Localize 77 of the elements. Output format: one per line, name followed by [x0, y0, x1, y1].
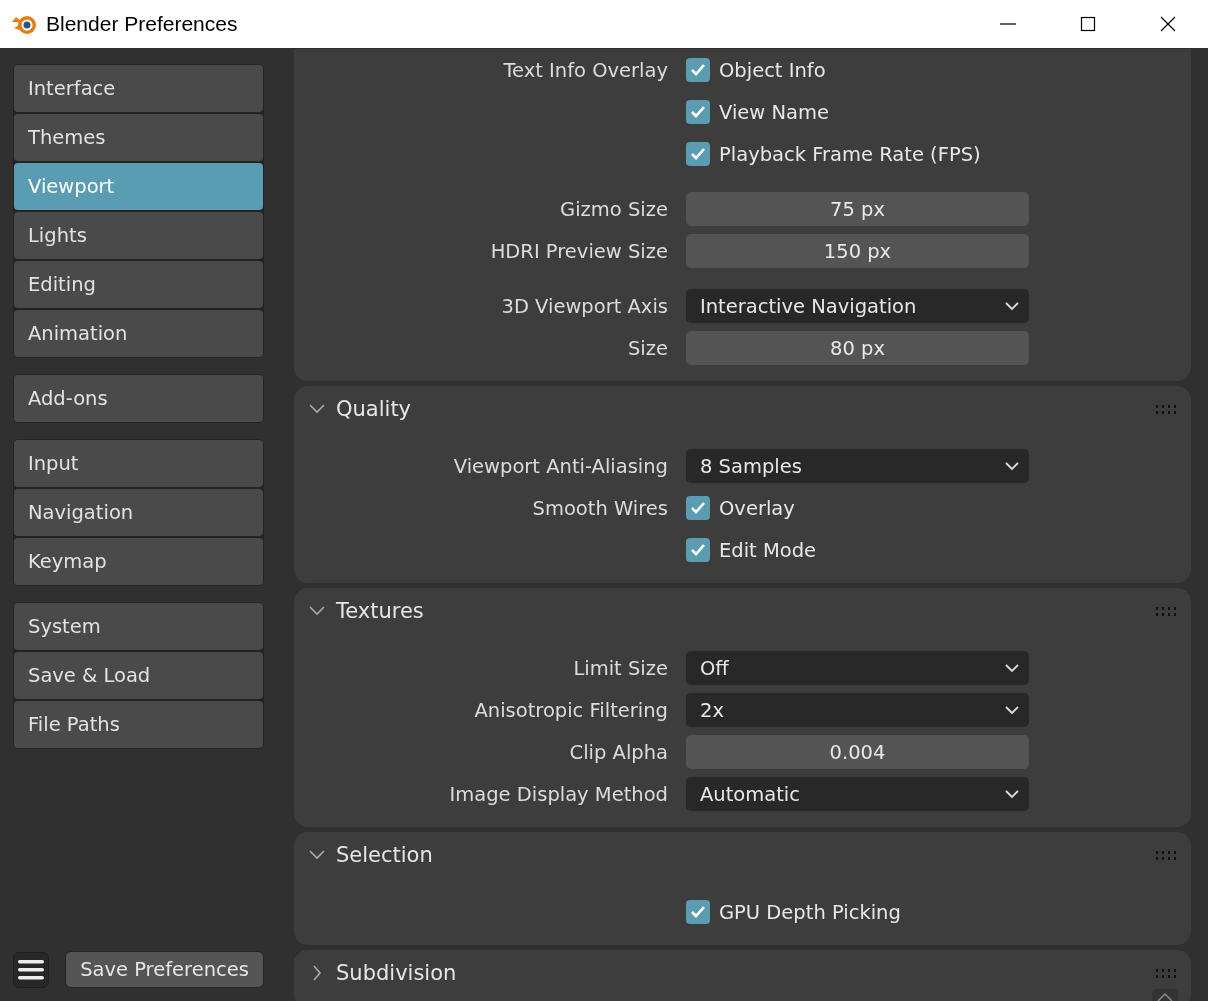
sidebar-item[interactable]: Keymap	[14, 538, 263, 585]
checkmark-icon	[690, 147, 706, 161]
sidebar-item[interactable]: Interface	[14, 65, 263, 112]
drag-handle-icon	[1156, 606, 1177, 616]
drag-handle-icon	[1156, 968, 1177, 978]
minimize-icon	[1000, 23, 1016, 25]
checkbox-label[interactable]: View Name	[719, 100, 829, 124]
dropdown-value: Interactive Navigation	[700, 294, 917, 318]
drag-handle-icon	[1156, 404, 1177, 414]
window-title: Blender Preferences	[46, 12, 239, 36]
field-label: 3D Viewport Axis	[500, 294, 668, 318]
sidebar-item[interactable]: Lights	[14, 212, 263, 259]
sidebar-item[interactable]: File Paths	[14, 701, 263, 748]
checkbox[interactable]	[686, 538, 710, 562]
chevron-down-icon	[1005, 301, 1019, 311]
sidebar-item[interactable]: Input	[14, 440, 263, 487]
sidebar-item[interactable]: Themes	[14, 114, 263, 161]
number-field[interactable]: 0.004	[686, 735, 1029, 769]
save-preferences-button[interactable]: Save Preferences	[65, 951, 264, 988]
field-label: Text Info Overlay	[502, 58, 668, 82]
field-label: Image Display Method	[448, 782, 668, 806]
menu-icon	[18, 958, 44, 981]
number-field[interactable]: 75 px	[686, 192, 1029, 226]
app-logo-icon	[10, 13, 38, 35]
maximize-icon	[1080, 16, 1096, 32]
dropdown[interactable]: Automatic	[686, 777, 1029, 811]
field-label: Size	[626, 336, 668, 360]
sidebar-item[interactable]: Navigation	[14, 489, 263, 536]
field-label: Viewport Anti-Aliasing	[452, 454, 668, 478]
sidebar-item[interactable]: System	[14, 603, 263, 650]
checkbox-label[interactable]: GPU Depth Picking	[719, 900, 901, 924]
checkbox-label[interactable]: Playback Frame Rate (FPS)	[719, 142, 981, 166]
dropdown[interactable]: 8 Samples	[686, 449, 1029, 483]
number-field[interactable]: 80 px	[686, 331, 1029, 365]
checkbox[interactable]	[686, 142, 710, 166]
sidebar-item[interactable]: Add-ons	[14, 375, 263, 422]
panel-title[interactable]: Selection	[336, 843, 1156, 867]
sidebar-item[interactable]: Animation	[14, 310, 263, 357]
checkbox[interactable]	[686, 496, 710, 520]
sidebar-item[interactable]: Save & Load	[14, 652, 263, 699]
checkbox[interactable]	[686, 58, 710, 82]
checkbox-label[interactable]: Overlay	[719, 496, 795, 520]
checkbox-label[interactable]: Object Info	[719, 58, 826, 82]
chevron-down-icon	[1005, 705, 1019, 715]
dropdown-value: Off	[700, 656, 729, 680]
field-label: Gizmo Size	[559, 197, 668, 221]
chevron-up-icon	[1157, 993, 1173, 1001]
field-label: Anisotropic Filtering	[473, 698, 668, 722]
chevron-down-icon	[1005, 461, 1019, 471]
dropdown[interactable]: Interactive Navigation	[686, 289, 1029, 323]
scroll-up-button[interactable]	[1152, 989, 1178, 1001]
dropdown-value: 8 Samples	[700, 454, 802, 478]
checkbox[interactable]	[686, 100, 710, 124]
dropdown-value: Automatic	[700, 782, 800, 806]
panel-title[interactable]: Quality	[336, 397, 1156, 421]
drag-handle-icon	[1156, 850, 1177, 860]
chevron-down-icon	[1005, 663, 1019, 673]
dropdown[interactable]: 2x	[686, 693, 1029, 727]
field-label: Limit Size	[572, 656, 668, 680]
checkbox-label[interactable]: Edit Mode	[719, 538, 817, 562]
field-label: Smooth Wires	[531, 496, 668, 520]
close-icon	[1160, 16, 1176, 32]
menu-button[interactable]	[13, 951, 49, 988]
checkmark-icon	[690, 63, 706, 77]
field-label: HDRI Preview Size	[489, 239, 668, 263]
dropdown-value: 2x	[700, 698, 724, 722]
number-field[interactable]: 150 px	[686, 234, 1029, 268]
checkmark-icon	[690, 905, 706, 919]
panel-title[interactable]: Textures	[336, 599, 1156, 623]
checkmark-icon	[690, 105, 706, 119]
checkmark-icon	[690, 501, 706, 515]
sidebar-item[interactable]: Editing	[14, 261, 263, 308]
checkmark-icon	[690, 543, 706, 557]
chevron-down-icon	[1005, 789, 1019, 799]
checkbox[interactable]	[686, 900, 710, 924]
dropdown[interactable]: Off	[686, 651, 1029, 685]
field-label: Clip Alpha	[568, 740, 668, 764]
